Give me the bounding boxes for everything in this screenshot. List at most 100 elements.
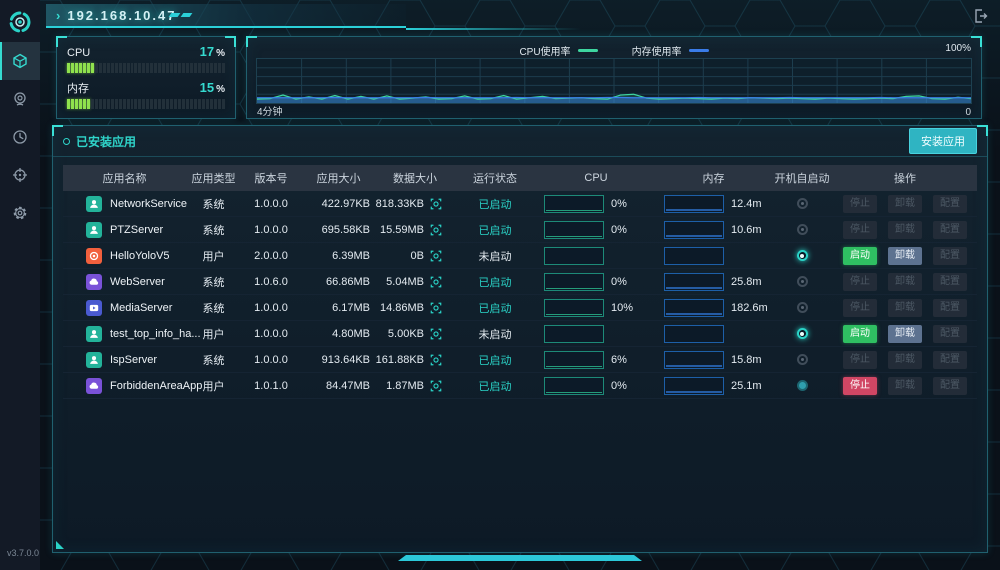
gauge-segment xyxy=(127,99,130,109)
memory-usage-cell xyxy=(656,247,771,265)
app-name: IspServer xyxy=(110,354,157,366)
clear-data-icon[interactable] xyxy=(430,276,442,288)
clear-data-icon[interactable] xyxy=(430,302,442,314)
gauge-segment xyxy=(134,63,137,73)
run-status-cell: 未启动 xyxy=(454,248,536,264)
operations-cell: 停止卸载配置 xyxy=(833,221,977,239)
cpu-usage-meter xyxy=(544,325,604,343)
data-size-value: 5.04MB xyxy=(386,276,424,288)
gauge-segment xyxy=(154,99,157,109)
app-size-cell: 422.97KB xyxy=(301,198,376,210)
stop-button[interactable]: 停止 xyxy=(843,377,877,395)
stop-button: 停止 xyxy=(843,351,877,369)
app-name-cell: NetworkService xyxy=(63,196,186,212)
sidebar-item-calibration[interactable] xyxy=(0,156,40,194)
clear-data-icon[interactable] xyxy=(430,354,442,366)
brand-logo-icon[interactable] xyxy=(0,2,40,42)
autostart-toggle[interactable] xyxy=(797,276,808,287)
sidebar-item-apps[interactable] xyxy=(0,42,40,80)
app-name: MediaServer xyxy=(110,302,172,314)
device-ip-banner: › 192.168.10.47 xyxy=(46,4,406,28)
gauge-segment xyxy=(83,63,86,73)
column-header: 应用大小 xyxy=(301,170,376,186)
gauge-segment xyxy=(166,99,169,109)
clear-data-icon[interactable] xyxy=(430,224,442,236)
legend-item-memory: 内存使用率 xyxy=(632,43,709,58)
device-dashboard: v3.7.0.0 › 192.168.10.47 CPU 17% 内存 15% … xyxy=(0,0,1000,570)
usage-chart-panel: CPU使用率 内存使用率 100% 4分钟 0 xyxy=(246,36,982,119)
memory-usage-meter xyxy=(664,195,724,213)
gauge-segment xyxy=(91,63,94,73)
gauge-segment xyxy=(67,63,70,73)
column-header: 数据大小 xyxy=(376,170,454,186)
logout-icon[interactable] xyxy=(972,8,988,29)
sidebar-item-history[interactable] xyxy=(0,118,40,156)
gauge-segment xyxy=(158,63,161,73)
app-type-cell: 系统 xyxy=(186,352,241,368)
table-row: ForbiddenAreaApp用户1.0.1.084.47MB1.87MB已启… xyxy=(63,373,977,399)
clear-data-icon[interactable] xyxy=(430,380,442,392)
install-app-button[interactable]: 安装应用 xyxy=(909,128,977,154)
memory-usage-meter xyxy=(664,377,724,395)
cpu-usage-cell xyxy=(536,247,656,265)
app-type-cell: 系统 xyxy=(186,300,241,316)
sidebar-item-camera[interactable] xyxy=(0,80,40,118)
app-version: v3.7.0.0 xyxy=(7,548,39,558)
cpu-usage-cell: 0% xyxy=(536,273,656,291)
corner-accent xyxy=(56,541,64,549)
gauge-segment xyxy=(178,63,181,73)
stop-button: 停止 xyxy=(843,195,877,213)
autostart-toggle[interactable] xyxy=(797,328,808,339)
start-button[interactable]: 启动 xyxy=(843,325,877,343)
uninstall-button: 卸载 xyxy=(888,299,922,317)
app-version-cell: 1.0.0.0 xyxy=(241,354,301,366)
run-status: 已启动 xyxy=(479,199,512,211)
gauge-segment xyxy=(202,99,205,109)
gauge-segment xyxy=(194,99,197,109)
uninstall-button[interactable]: 卸载 xyxy=(888,247,922,265)
sidebar-item-settings[interactable] xyxy=(0,194,40,232)
memory-usage-cell-value: 10.6m xyxy=(731,224,762,236)
autostart-toggle[interactable] xyxy=(797,380,808,391)
app-name: PTZServer xyxy=(110,224,163,236)
autostart-toggle[interactable] xyxy=(797,302,808,313)
gauge-segment xyxy=(174,99,177,109)
cpu-gauge-value: 17% xyxy=(200,43,225,61)
table-row: IspServer系统1.0.0.0913.64KB161.88KB已启动6%1… xyxy=(63,347,977,373)
uninstall-button[interactable]: 卸载 xyxy=(888,325,922,343)
autostart-cell xyxy=(771,354,833,365)
start-button[interactable]: 启动 xyxy=(843,247,877,265)
media-app-icon xyxy=(86,300,102,316)
operations-cell: 停止卸载配置 xyxy=(833,195,977,213)
cpu-usage-cell-value: 0% xyxy=(611,224,627,236)
table-body: NetworkService系统1.0.0.0422.97KB818.33KB已… xyxy=(63,191,977,399)
app-version-cell: 1.0.0.0 xyxy=(241,302,301,314)
autostart-toggle[interactable] xyxy=(797,224,808,235)
memory-usage-meter xyxy=(664,247,724,265)
gauge-segment xyxy=(210,63,213,73)
data-size-cell: 15.59MB xyxy=(376,224,454,236)
cpu-usage-cell-value: 0% xyxy=(611,380,627,392)
gauge-segment xyxy=(111,63,114,73)
memory-usage-cell: 15.8m xyxy=(656,351,771,369)
clear-data-icon[interactable] xyxy=(430,328,442,340)
gauge-segment xyxy=(91,99,94,109)
user-app-icon xyxy=(86,352,102,368)
clear-data-icon[interactable] xyxy=(430,198,442,210)
memory-line-swatch xyxy=(689,49,709,52)
run-status: 已启动 xyxy=(479,355,512,367)
run-status: 已启动 xyxy=(479,381,512,393)
app-size-cell: 695.58KB xyxy=(301,224,376,236)
run-status: 已启动 xyxy=(479,277,512,289)
autostart-toggle[interactable] xyxy=(797,354,808,365)
gauge-segment xyxy=(222,99,225,109)
memory-usage-cell-value: 25.8m xyxy=(731,276,762,288)
clear-data-icon[interactable] xyxy=(430,250,442,262)
data-size-value: 14.86MB xyxy=(380,302,424,314)
gauge-segment xyxy=(202,63,205,73)
autostart-toggle[interactable] xyxy=(797,250,808,261)
app-type-cell: 用户 xyxy=(186,248,241,264)
autostart-toggle[interactable] xyxy=(797,198,808,209)
panel-title: 已安装应用 xyxy=(63,133,136,150)
gauge-segment xyxy=(79,63,82,73)
